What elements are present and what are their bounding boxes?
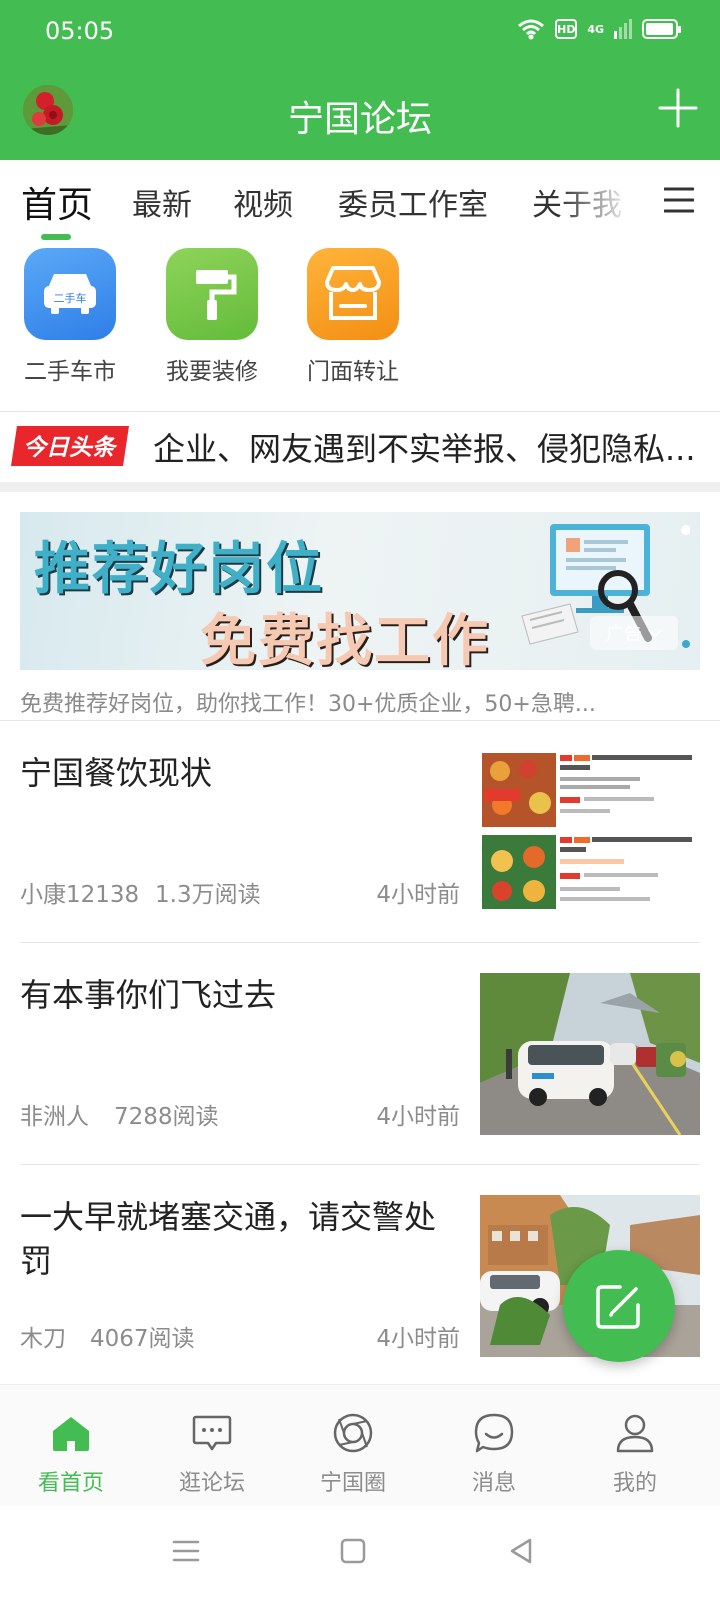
- status-icons: HD 4G: [517, 18, 681, 40]
- ad-tag-label: 广告: [606, 624, 642, 645]
- post-time: 4小时前: [376, 1326, 460, 1352]
- edit-icon: [596, 1285, 640, 1329]
- hd-badge: HD: [555, 19, 578, 39]
- svg-text:今日头条: 今日头条: [23, 434, 118, 461]
- shortcut-label: 二手车市: [24, 359, 116, 385]
- network-label: 4G: [587, 22, 604, 36]
- headline-news[interactable]: 今日头条 企业、网友遇到不实举报、侵犯隐私...: [0, 412, 720, 482]
- shortcut-label: 我要装修: [166, 359, 258, 385]
- section-gap: [0, 482, 720, 492]
- add-button[interactable]: [658, 88, 698, 128]
- shortcut-renovation[interactable]: 我要装修: [152, 248, 272, 386]
- post-author: 木刀: [20, 1326, 66, 1352]
- nav-label: 消息: [471, 1471, 516, 1496]
- tab-home[interactable]: 首页: [21, 176, 93, 228]
- post-thumbnail: [480, 973, 700, 1135]
- nav-forum[interactable]: 逛论坛: [162, 1411, 262, 1497]
- post-title: 宁国餐饮现状: [20, 754, 213, 792]
- tab-fade: [560, 160, 650, 244]
- shortcut-grid: 二手车 二手车市 我要装修 门面转让: [0, 248, 720, 408]
- home-icon: [53, 1417, 89, 1451]
- battery-level: [646, 23, 673, 35]
- tab-bar: 首页 最新 视频 委员工作室 关于我: [0, 160, 720, 244]
- post-thumbnail: [480, 751, 700, 913]
- tab-video[interactable]: 视频: [233, 180, 293, 224]
- used-car-icon: 二手车: [24, 248, 116, 340]
- post-reads: 7288阅读: [114, 1104, 219, 1130]
- shortcut-shop-transfer[interactable]: 门面转让: [293, 248, 413, 386]
- shortcut-used-cars[interactable]: 二手车 二手车市: [10, 248, 130, 386]
- system-navigation-bar: [0, 1506, 720, 1600]
- headline-text: 企业、网友遇到不实举报、侵犯隐私...: [153, 430, 696, 468]
- post-author: 小康12138: [20, 882, 140, 908]
- battery-icon: [642, 19, 681, 39]
- signal-icon: [614, 19, 632, 39]
- traffic-road-image: [480, 973, 700, 1135]
- chevron-down-icon: [648, 629, 662, 638]
- nav-label: 看首页: [37, 1471, 104, 1496]
- post-item[interactable]: 宁国餐饮现状 小康12138 1.3万阅读 4小时前: [20, 721, 700, 943]
- nav-label: 宁国圈: [319, 1471, 386, 1496]
- status-bar: 05:05 HD 4G: [0, 0, 720, 64]
- used-car-badge: 二手车: [54, 291, 87, 305]
- wifi-icon: [518, 19, 545, 40]
- post-time: 4小时前: [376, 882, 460, 908]
- post-title: 一大早就堵塞交通，请交警处罚: [20, 1198, 437, 1280]
- ad-subheadline: 免费找工作: [200, 608, 490, 670]
- nav-messages[interactable]: 消息: [444, 1411, 544, 1497]
- food-listing-image: [480, 751, 700, 913]
- nav-profile[interactable]: 我的: [585, 1411, 685, 1497]
- paint-roller-icon: [166, 248, 258, 340]
- nav-label: 我的: [612, 1471, 657, 1496]
- nav-label: 逛论坛: [178, 1471, 245, 1496]
- tab-latest[interactable]: 最新: [132, 180, 192, 224]
- recents-menu-icon[interactable]: [169, 1534, 203, 1568]
- shortcut-label: 门面转让: [307, 359, 399, 385]
- post-title: 有本事你们飞过去: [20, 976, 277, 1014]
- ad-tag[interactable]: 广告: [590, 616, 678, 650]
- nav-circle[interactable]: 宁国圈: [303, 1411, 403, 1497]
- circle-lens-icon: [333, 1413, 373, 1453]
- post-reads: 1.3万阅读: [155, 882, 261, 908]
- app-bar: 宁国论坛: [0, 64, 720, 160]
- status-time: 05:05: [45, 17, 115, 45]
- post-reads: 4067阅读: [90, 1326, 195, 1352]
- compose-button[interactable]: [563, 1250, 675, 1362]
- chat-bubble-icon: [192, 1415, 232, 1451]
- menu-icon[interactable]: [664, 186, 694, 214]
- ad-caption: 免费推荐好岗位，助你找工作！30+优质企业，50+急聘...: [20, 692, 596, 717]
- back-triangle-icon[interactable]: [504, 1534, 538, 1568]
- toutiao-badge: 今日头条: [11, 426, 129, 466]
- page-title: 宁国论坛: [287, 99, 432, 140]
- ad-banner[interactable]: 推荐好岗位 免费找工作 广告: [20, 512, 700, 670]
- nav-home[interactable]: 看首页: [21, 1411, 121, 1497]
- post-item[interactable]: 有本事你们飞过去 非洲人 7288阅读 4小时前: [20, 943, 700, 1165]
- tab-committee-studio[interactable]: 委员工作室: [338, 180, 488, 224]
- storefront-icon: [307, 248, 399, 340]
- home-square-icon[interactable]: [336, 1534, 370, 1568]
- post-time: 4小时前: [376, 1104, 460, 1130]
- message-icon: [474, 1413, 514, 1453]
- bottom-nav: 看首页 逛论坛 宁国圈 消息 我的: [0, 1384, 720, 1506]
- user-icon: [616, 1414, 654, 1453]
- active-tab-indicator: [41, 234, 71, 240]
- ad-headline: 推荐好岗位: [34, 536, 324, 602]
- post-author: 非洲人: [20, 1104, 89, 1130]
